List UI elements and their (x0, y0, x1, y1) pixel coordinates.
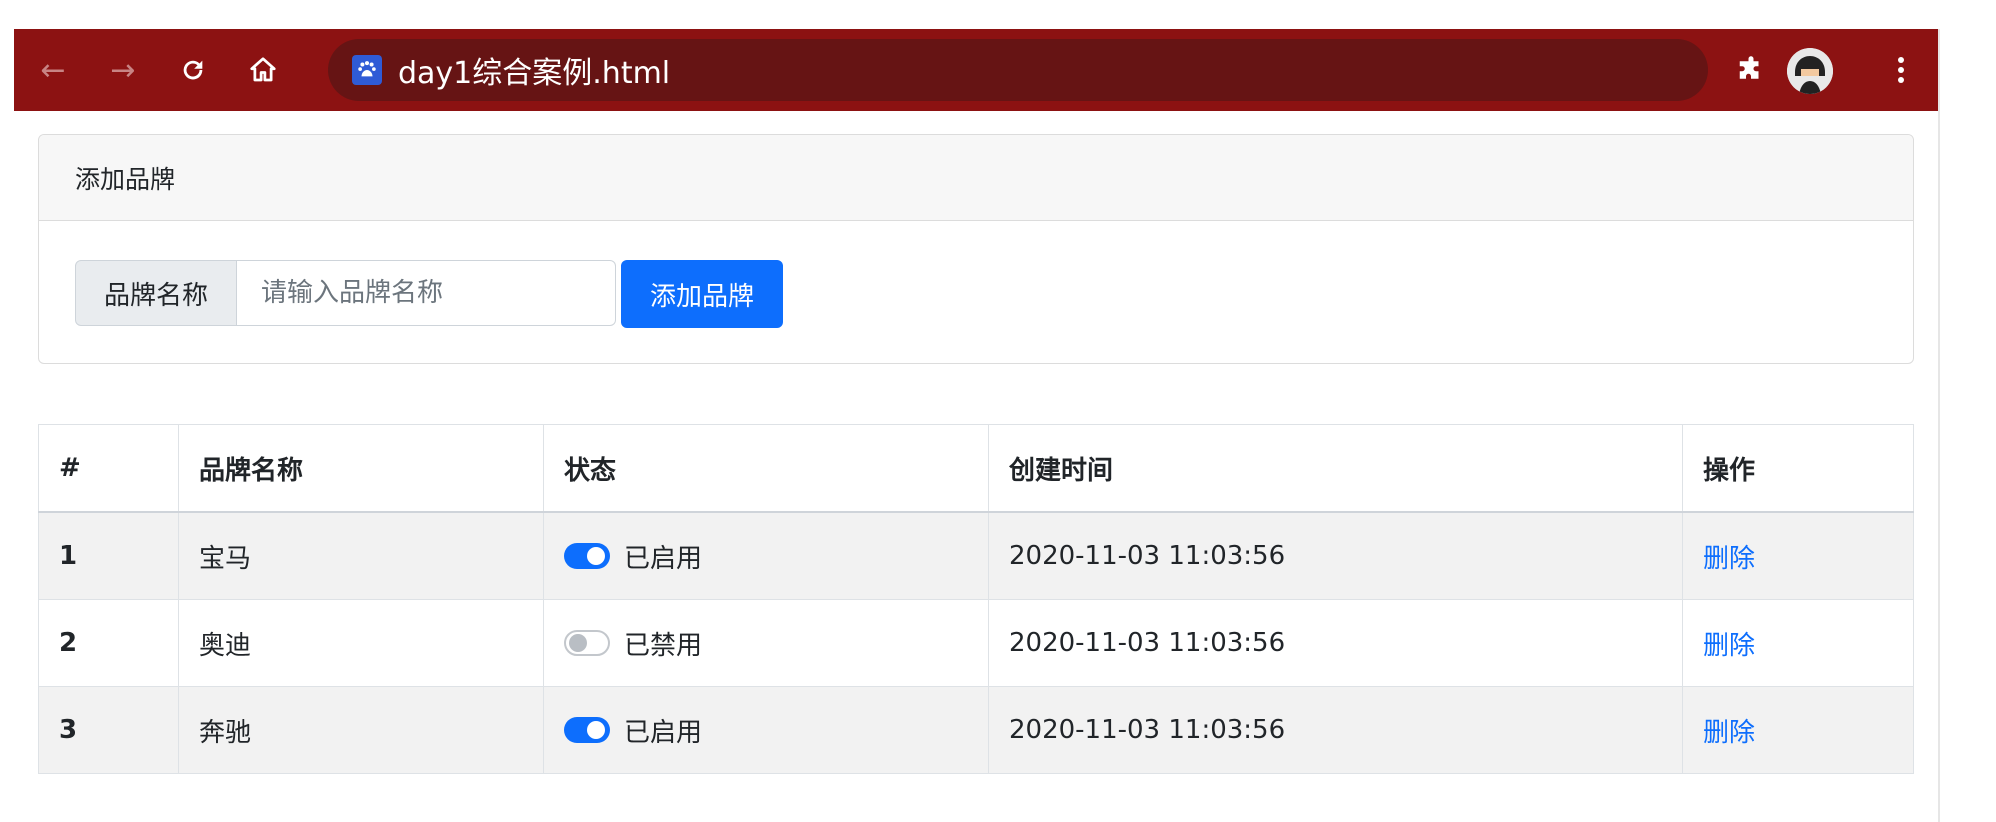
row-status-cell: 已启用 (543, 686, 989, 774)
status-label: 已禁用 (624, 630, 703, 661)
status-label: 已启用 (624, 543, 703, 574)
header-action: 操作 (1682, 424, 1914, 513)
browser-toolbar: ← → day1综合案例.html (14, 29, 1938, 111)
header-status: 状态 (543, 424, 989, 513)
row-index: 1 (38, 511, 179, 600)
row-status-cell: 已禁用 (543, 599, 989, 687)
row-action-cell: 删除 (1682, 599, 1914, 687)
table-row: 3 奔驰 已启用 2020-11-03 11:03:56 删除 (38, 686, 1914, 774)
brand-input-group: 品牌名称 (75, 260, 616, 326)
header-brand-name: 品牌名称 (178, 424, 544, 513)
header-index: # (38, 424, 179, 513)
row-index: 2 (38, 599, 179, 687)
delete-link[interactable]: 删除 (1703, 544, 1755, 574)
row-created-time: 2020-11-03 11:03:56 (988, 599, 1683, 687)
header-created-time: 创建时间 (988, 424, 1683, 513)
row-brand-name: 奥迪 (178, 599, 544, 687)
reload-icon[interactable] (168, 45, 218, 95)
status-toggle[interactable] (564, 630, 610, 656)
favicon-icon (352, 55, 382, 85)
status-toggle[interactable] (564, 543, 610, 569)
row-created-time: 2020-11-03 11:03:56 (988, 686, 1683, 774)
delete-link[interactable]: 删除 (1703, 718, 1755, 748)
status-label: 已启用 (624, 717, 703, 748)
menu-icon[interactable] (1876, 45, 1926, 95)
row-brand-name: 奔驰 (178, 686, 544, 774)
brand-name-label: 品牌名称 (75, 260, 237, 326)
extensions-icon[interactable] (1726, 45, 1776, 95)
row-action-cell: 删除 (1682, 686, 1914, 774)
browser-window: ← → day1综合案例.html 添加品牌 品牌名称 请输入品牌名称 添加品牌… (14, 29, 1940, 822)
row-status-cell: 已启用 (543, 511, 989, 600)
row-action-cell: 删除 (1682, 511, 1914, 600)
table-row: 2 奥迪 已禁用 2020-11-03 11:03:56 删除 (38, 599, 1914, 687)
status-toggle[interactable] (564, 717, 610, 743)
add-brand-button[interactable]: 添加品牌 (621, 260, 783, 328)
row-index: 3 (38, 686, 179, 774)
brand-name-input[interactable] (237, 260, 616, 326)
url-text: day1综合案例.html (398, 56, 671, 91)
avatar[interactable] (1787, 48, 1833, 94)
back-icon[interactable]: ← (28, 45, 78, 95)
brand-table: # 品牌名称 状态 创建时间 操作 1 宝马 已启用 2020-11-03 11… (38, 424, 1914, 774)
row-created-time: 2020-11-03 11:03:56 (988, 511, 1683, 600)
table-header-row: # 品牌名称 状态 创建时间 操作 (38, 424, 1914, 513)
card-header: 添加品牌 (39, 135, 1913, 221)
home-icon[interactable] (238, 45, 288, 95)
forward-icon[interactable]: → (98, 45, 148, 95)
table-row: 1 宝马 已启用 2020-11-03 11:03:56 删除 (38, 511, 1914, 600)
address-bar[interactable]: day1综合案例.html (328, 39, 1708, 101)
row-brand-name: 宝马 (178, 511, 544, 600)
card-title: 添加品牌 (75, 164, 176, 194)
delete-link[interactable]: 删除 (1703, 631, 1755, 661)
add-brand-card: 添加品牌 品牌名称 添加品牌 (38, 134, 1914, 364)
